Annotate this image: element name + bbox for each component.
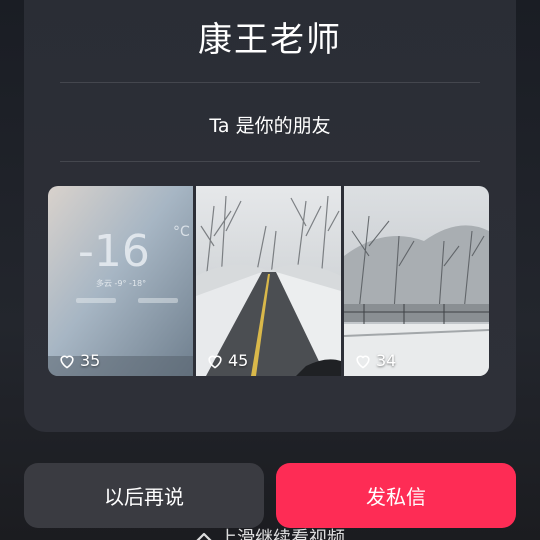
weather-video-image: -16 °C 多云 -9° -18° xyxy=(48,186,193,376)
swipe-up-hint[interactable]: 上滑继续看视频 xyxy=(0,524,540,540)
heart-icon xyxy=(60,355,74,368)
divider xyxy=(60,161,480,162)
chevron-up-icon xyxy=(196,532,212,540)
like-count: 35 xyxy=(58,351,100,370)
like-count-value: 35 xyxy=(80,351,101,370)
weather-summary: 多云 -9° -18° xyxy=(96,278,146,288)
like-count-value: 45 xyxy=(228,351,249,370)
video-thumbnail[interactable]: -16 °C 多云 -9° -18° 35 xyxy=(48,186,193,376)
like-count-value: 34 xyxy=(376,351,397,370)
divider xyxy=(60,82,480,83)
like-count: 45 xyxy=(206,351,248,370)
friend-profile-screen: 康王老师 Ta 是你的朋友 -16 °C 多云 -9° -18° 35 45 3… xyxy=(0,0,540,540)
heart-icon xyxy=(356,355,370,368)
weather-temp: -16 xyxy=(78,226,150,277)
video-thumbnails: -16 °C 多云 -9° -18° 35 45 34 xyxy=(48,186,489,376)
video-thumbnail[interactable]: 34 xyxy=(344,186,489,376)
swipe-hint-text: 上滑继续看视频 xyxy=(219,528,345,540)
svg-text:°C: °C xyxy=(173,224,190,240)
like-count: 34 xyxy=(354,351,396,370)
later-button[interactable]: 以后再说 xyxy=(24,463,264,528)
profile-name: 康王老师 xyxy=(198,20,342,60)
video-thumbnail[interactable]: 45 xyxy=(196,186,341,376)
snowy-road-image xyxy=(196,186,341,376)
snowy-village-image xyxy=(344,186,489,376)
send-message-button[interactable]: 发私信 xyxy=(276,463,516,528)
relation-text: Ta 是你的朋友 xyxy=(209,115,331,137)
heart-icon xyxy=(208,355,222,368)
